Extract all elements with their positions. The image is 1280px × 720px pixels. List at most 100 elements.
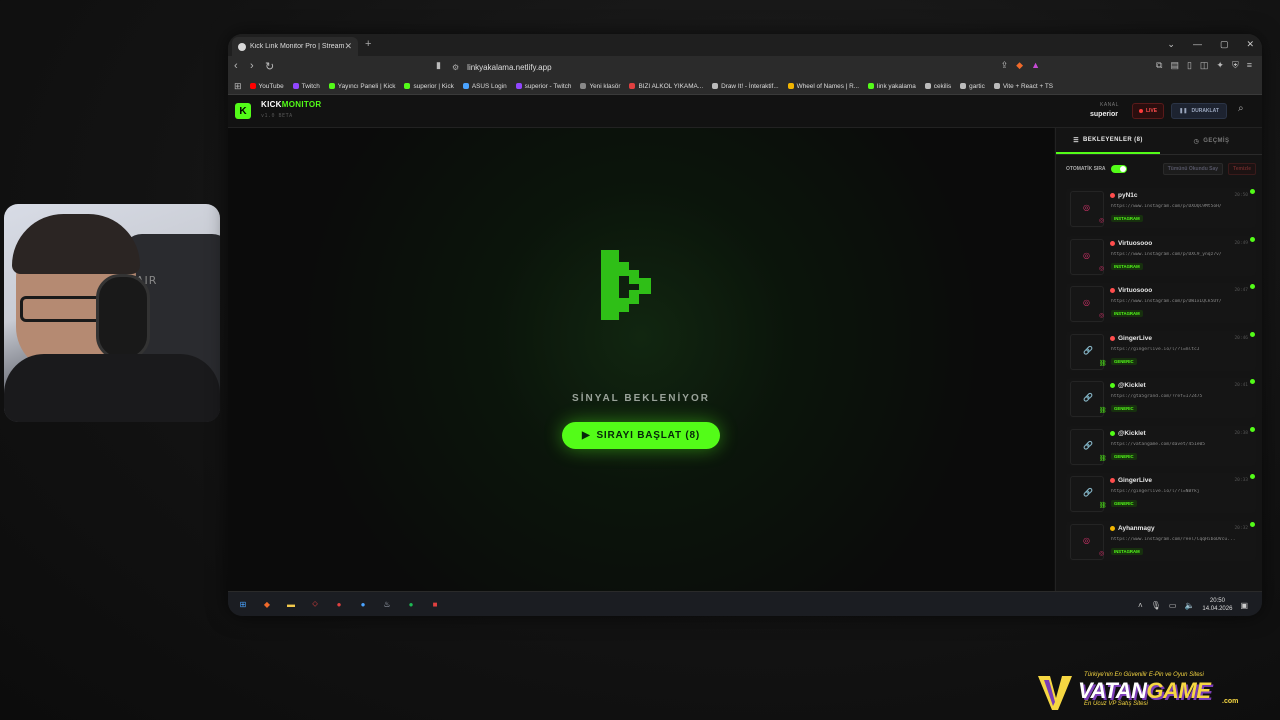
browser-tab[interactable]: Kick Link Monitor Pro | Stream D ✕	[232, 37, 358, 56]
bookmark-item[interactable]: Twitch	[292, 83, 320, 90]
bookmark-item[interactable]: superior - Twitch	[515, 82, 572, 90]
bookmark-item[interactable]: superior | Kick	[404, 83, 454, 90]
link-thumbnail[interactable]: ◎ ◎	[1070, 523, 1104, 560]
site-info-icon[interactable]: ⚙	[452, 63, 459, 72]
pin-app-icon[interactable]: ⬦	[308, 597, 322, 611]
bookmark-label: cekilis	[933, 82, 952, 90]
volume-icon[interactable]: 🔈	[1184, 601, 1194, 610]
queue-item[interactable]: 🔗 ⛓ GingerLive 20:33 https://gingerlive.io/l…	[1066, 473, 1256, 513]
auto-queue-row: OTOMATİK SIRA Tümünü Okundu Say Temizle	[1066, 163, 1256, 175]
link-thumbnail[interactable]: ◎ ◎	[1070, 286, 1104, 322]
queue-item[interactable]: ◎ ◎ Virtuosooo 20:47 https://www.instagram.c…	[1066, 283, 1256, 323]
queue-item-url[interactable]: https://www.instagram.com/p/DW1xLQCk5UY/	[1111, 299, 1251, 304]
brave-shield-icon[interactable]: ◆	[1016, 60, 1023, 71]
blue-app-icon[interactable]: ●	[356, 597, 370, 611]
reader-mode-icon[interactable]: ▤	[1170, 60, 1179, 71]
link-thumbnail[interactable]: 🔗 ⛓	[1070, 333, 1107, 370]
channel-label: KANAL	[1100, 102, 1119, 108]
queue-item-url[interactable]: https://www.instagram.com/reel/CqqHiboDV…	[1111, 537, 1251, 542]
address-bar[interactable]: ⚙ linkyakalama.netlify.app	[452, 59, 1032, 75]
maximize-icon[interactable]: ▢	[1220, 39, 1229, 50]
leo-icon[interactable]: ✦	[1216, 60, 1224, 71]
sidebar-icon[interactable]: ▯	[1187, 60, 1192, 71]
queue-item[interactable]: 🔗 ⛓ @Kicklet 20:38 https://vatangame.com/dav…	[1066, 425, 1256, 466]
sidebar-tabs: ☰ BEKLEYENLER (8) ◷ GEÇMİŞ	[1056, 128, 1262, 155]
link-thumbnail[interactable]: 🔗 ⛓	[1070, 476, 1107, 512]
tab-history-label: GEÇMİŞ	[1203, 138, 1230, 144]
bookmark-icon[interactable]: ▮	[436, 60, 441, 71]
brave-browser-icon[interactable]: ◆	[260, 597, 274, 611]
chat-app-icon[interactable]: ●	[332, 597, 346, 611]
start-queue-label: SIRAYI BAŞLAT (8)	[596, 430, 701, 441]
bookmark-item[interactable]: Yeni klasör	[580, 83, 620, 90]
app-version: v1.0 BETA	[261, 113, 293, 119]
network-icon[interactable]: ▭	[1169, 601, 1177, 610]
queue-item[interactable]: ◎ ◎ pyN1c 20:50 https://www.instagram.com/p/…	[1066, 188, 1256, 228]
bookmark-item[interactable]: YouTube	[249, 82, 284, 90]
bookmark-item[interactable]: link yakalama	[868, 83, 916, 90]
queue-item-url[interactable]: https://www.instagram.com/p/DXOQC9Mt5oH/	[1111, 204, 1251, 209]
queue-item[interactable]: ◎ ◎ Ayhanmagy 20:32 https://www.instagram.co…	[1066, 520, 1256, 561]
bookmark-item[interactable]: Wheel of Names | R...	[787, 83, 859, 90]
bookmark-item[interactable]: gartic	[960, 83, 985, 90]
bookmark-label: YouTube	[258, 82, 284, 90]
bookmark-item[interactable]: Draw It! - İnteraktif...	[712, 83, 779, 90]
auto-queue-toggle[interactable]	[1110, 165, 1127, 173]
clear-button[interactable]: Temizle	[1228, 163, 1256, 175]
taskbar-clock[interactable]: 20:50 14.04.2026	[1202, 597, 1232, 613]
file-explorer-icon[interactable]: ▬	[284, 597, 298, 611]
settings-icon[interactable]: ⌕	[1238, 103, 1244, 114]
tab-waiting[interactable]: ☰ BEKLEYENLER (8)	[1056, 128, 1160, 154]
pause-button[interactable]: ❚❚ DURAKLAT	[1171, 103, 1227, 119]
queue-item[interactable]: ◎ ◎ Virtuosooo 20:49 https://www.instagram.c…	[1066, 235, 1256, 276]
tab-close-icon[interactable]: ✕	[344, 41, 352, 52]
queue-item-user: Virtuosooo	[1110, 240, 1152, 247]
bookmark-item[interactable]: ASUS Login	[462, 83, 507, 90]
tray-expand-icon[interactable]: ˄	[1138, 601, 1143, 610]
start-queue-button[interactable]: ▶ SIRAYI BAŞLAT (8)	[562, 422, 720, 449]
menu-icon[interactable]: ≡	[1247, 60, 1252, 71]
bookmark-item[interactable]: Yayıncı Paneli | Kick	[328, 83, 395, 90]
forward-icon[interactable]: ›	[250, 60, 254, 72]
share-icon[interactable]: ⇪	[1001, 60, 1009, 71]
bookmark-item[interactable]: BIZI ALKOL YIKAMA...	[629, 83, 703, 90]
live-button[interactable]: LIVE	[1132, 103, 1164, 119]
bookmark-label: superior - Twitch	[524, 82, 572, 90]
queue-item-url[interactable]: https://gta5grand.com/?ref=172475	[1111, 394, 1251, 399]
minimize-icon[interactable]: —	[1193, 39, 1202, 50]
bookmark-item[interactable]: cekilis	[924, 82, 952, 90]
mark-all-read-button[interactable]: Tümünü Okundu Say	[1162, 163, 1224, 175]
link-thumbnail[interactable]: ◎ ◎	[1070, 191, 1104, 227]
notification-icon[interactable]: ▣	[1240, 601, 1248, 610]
apps-grid-icon[interactable]: ⊞	[234, 81, 242, 92]
queue-sidebar: ☰ BEKLEYENLER (8) ◷ GEÇMİŞ OTOMATİK SIRA…	[1055, 128, 1262, 591]
extensions-icon[interactable]: ⧉	[1156, 60, 1162, 71]
reload-icon[interactable]: ↻	[265, 60, 274, 73]
tab-history[interactable]: ◷ GEÇMİŞ	[1160, 128, 1262, 154]
taskbar-time: 20:50	[1209, 598, 1225, 604]
obs-app-icon[interactable]: ■	[428, 597, 442, 611]
queue-item[interactable]: 🔗 ⛓ @Kicklet 20:41 https://gta5grand.com/?re…	[1066, 378, 1256, 418]
wallet-icon[interactable]: ◫	[1200, 60, 1209, 71]
microphone-icon[interactable]: 🎙	[1151, 601, 1161, 610]
link-thumbnail[interactable]: 🔗 ⛓	[1070, 428, 1107, 465]
vpn-icon[interactable]: ⛨	[1232, 60, 1239, 71]
tab-search-icon[interactable]: ⌄	[1167, 39, 1175, 50]
bookmark-item[interactable]: Vite + React + TS	[993, 83, 1053, 90]
queue-item-url[interactable]: https://www.instagram.com/p/DXC9_ynqz7v/	[1111, 252, 1251, 257]
new-tab-button[interactable]: +	[365, 38, 371, 50]
queue-item-url[interactable]: https://gingerlive.io/l/?l=mltcJ	[1111, 347, 1251, 352]
steam-icon[interactable]: ♨	[380, 597, 394, 611]
back-icon[interactable]: ‹	[234, 60, 238, 72]
link-thumbnail[interactable]: ◎ ◎	[1070, 238, 1104, 275]
windows-start-icon[interactable]: ⊞	[236, 597, 250, 611]
queue-item-url[interactable]: https://gingerlive.io/l/?l=NBYkj	[1111, 489, 1251, 494]
close-window-icon[interactable]: ✕	[1246, 39, 1254, 50]
queue-item-url[interactable]: https://vatangame.com/davet/451e05	[1111, 442, 1251, 447]
spotify-icon[interactable]: ●	[404, 597, 418, 611]
queue-item[interactable]: 🔗 ⛓ GingerLive 20:46 https://gingerlive.io/l…	[1066, 330, 1256, 371]
queue-item-tag: INSTAGRAM	[1111, 262, 1143, 270]
brave-rewards-icon[interactable]: ▲	[1031, 60, 1040, 71]
queue-item-time: 20:38	[1234, 430, 1248, 436]
link-thumbnail[interactable]: 🔗 ⛓	[1070, 381, 1107, 417]
